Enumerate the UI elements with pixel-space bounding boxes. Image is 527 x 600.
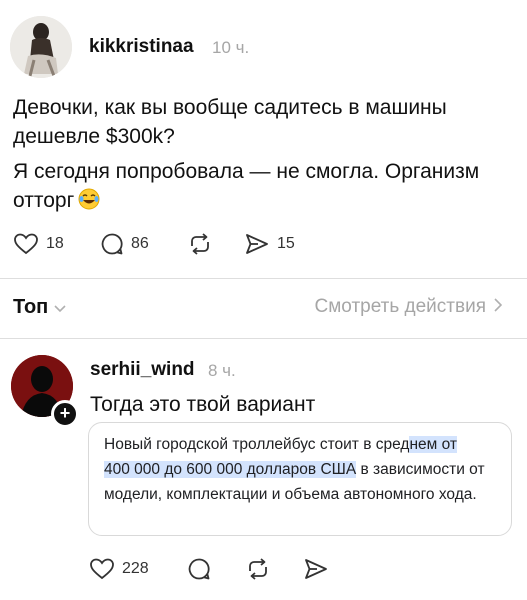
post-text-line-4-text: отторг — [13, 189, 75, 212]
post-text-line-2: дешевле $300k? — [13, 125, 175, 148]
post-comment-count: 86 — [131, 235, 149, 252]
post-repost-button[interactable] — [187, 232, 213, 256]
sort-label: Топ — [13, 296, 49, 318]
reply-repost-button[interactable] — [245, 557, 271, 581]
post-text-line-4: отторг — [13, 186, 518, 215]
author-username[interactable]: kikkristinaa — [89, 36, 194, 58]
post-text-line-3: Я сегодня попробовала — не смогла. Орган… — [13, 160, 480, 183]
sort-dropdown[interactable]: Топ — [13, 296, 66, 319]
post-share-count: 15 — [277, 235, 295, 252]
reply-share-button[interactable] — [303, 557, 329, 581]
follow-plus-icon[interactable]: + — [51, 400, 79, 428]
repost-icon — [191, 233, 209, 255]
send-icon — [305, 559, 327, 579]
reply-time: 8 ч. — [208, 361, 236, 380]
repost-icon — [249, 558, 267, 580]
heart-icon — [14, 233, 38, 255]
laughing-tears-emoji-icon — [78, 188, 100, 210]
reply-comment-button[interactable] — [187, 557, 211, 581]
comment-icon — [188, 558, 210, 580]
post-comment-button[interactable]: 86 — [100, 232, 149, 256]
post-text-line-1: Девочки, как вы вообще садитесь в машины — [13, 96, 447, 119]
quoted-text-highlight-1: нем от — [409, 436, 457, 453]
divider — [0, 338, 527, 339]
quoted-text-part-1: Новый городской троллейбус стоит в сред — [104, 436, 410, 453]
post-like-button[interactable]: 18 — [13, 232, 64, 256]
reply-text: Тогда это твой вариант — [90, 393, 316, 416]
divider — [0, 278, 527, 279]
author-avatar[interactable] — [10, 16, 72, 78]
heart-icon — [90, 558, 114, 580]
quoted-text: Новый городской троллейбус стоит в средн… — [104, 432, 504, 507]
reply-username[interactable]: serhii_wind — [90, 359, 195, 381]
post-like-count: 18 — [46, 235, 64, 252]
quoted-text-highlight-2: 400 000 до 600 000 долларов США — [104, 461, 357, 478]
reply-like-button[interactable]: 228 — [89, 557, 149, 581]
post-share-button[interactable]: 15 — [244, 232, 295, 256]
chevron-down-icon — [54, 296, 66, 319]
chevron-right-icon — [494, 296, 503, 318]
reply-like-count: 228 — [122, 560, 149, 577]
comment-icon — [101, 233, 123, 255]
post-time: 10 ч. — [212, 38, 250, 57]
send-icon — [246, 234, 268, 254]
see-activity-label: Смотреть действия — [314, 296, 486, 317]
see-activity-link[interactable]: Смотреть действия — [314, 296, 503, 318]
